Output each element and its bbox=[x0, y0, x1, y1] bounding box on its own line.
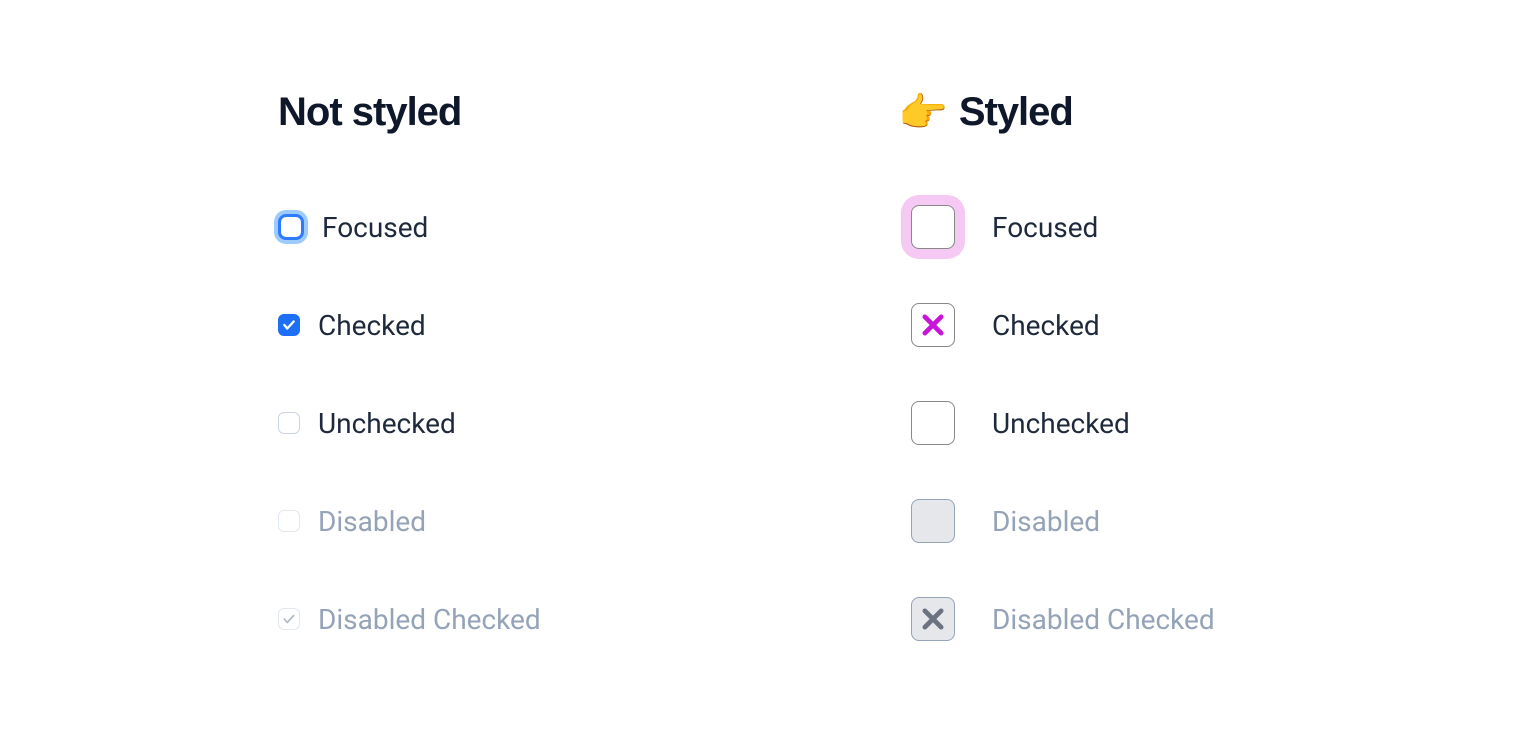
row-styled-checked: Checked bbox=[898, 303, 1518, 347]
label-focused[interactable]: Focused bbox=[322, 211, 428, 244]
row-styled-unchecked: Unchecked bbox=[898, 401, 1518, 445]
demo-container: Not styled Focused Checked Unchecked Dis… bbox=[0, 0, 1520, 695]
pointing-hand-icon: 👉 bbox=[898, 93, 947, 133]
styled-checkbox-disabled-checked bbox=[911, 597, 955, 641]
x-icon bbox=[919, 605, 947, 633]
label-styled-disabled-checked: Disabled Checked bbox=[992, 603, 1215, 636]
x-icon bbox=[919, 311, 947, 339]
row-disabled: Disabled bbox=[278, 499, 898, 543]
column-styled: 👉 Styled Focused Checked Unchecked bbox=[898, 90, 1518, 695]
heading-not-styled: Not styled bbox=[278, 90, 898, 135]
checkbox-disabled bbox=[278, 510, 300, 532]
column-not-styled: Not styled Focused Checked Unchecked Dis… bbox=[278, 90, 898, 695]
checkbox-focused[interactable] bbox=[278, 214, 304, 240]
styled-checkbox-focused[interactable] bbox=[911, 205, 955, 249]
label-checked[interactable]: Checked bbox=[318, 309, 426, 342]
checkbox-focus-wrap bbox=[898, 205, 968, 249]
label-unchecked[interactable]: Unchecked bbox=[318, 407, 456, 440]
checkmark-icon bbox=[282, 612, 296, 626]
styled-checkbox-disabled bbox=[911, 499, 955, 543]
row-focused: Focused bbox=[278, 205, 898, 249]
row-checked: Checked bbox=[278, 303, 898, 347]
label-disabled: Disabled bbox=[318, 505, 426, 538]
row-styled-focused: Focused bbox=[898, 205, 1518, 249]
label-disabled-checked: Disabled Checked bbox=[318, 603, 541, 636]
row-unchecked: Unchecked bbox=[278, 401, 898, 445]
styled-checkbox-checked[interactable] bbox=[911, 303, 955, 347]
checkmark-icon bbox=[282, 318, 296, 332]
heading-styled-text: Styled bbox=[959, 90, 1073, 135]
heading-styled: 👉 Styled bbox=[898, 90, 1518, 135]
checkbox-unchecked[interactable] bbox=[278, 412, 300, 434]
row-disabled-checked: Disabled Checked bbox=[278, 597, 898, 641]
label-styled-focused[interactable]: Focused bbox=[992, 211, 1098, 244]
checkbox-checked[interactable] bbox=[278, 314, 300, 336]
checkbox-disabled-checked bbox=[278, 608, 300, 630]
row-styled-disabled-checked: Disabled Checked bbox=[898, 597, 1518, 641]
label-styled-disabled: Disabled bbox=[992, 505, 1100, 538]
heading-not-styled-text: Not styled bbox=[278, 90, 461, 135]
label-styled-checked[interactable]: Checked bbox=[992, 309, 1100, 342]
styled-checkbox-unchecked[interactable] bbox=[911, 401, 955, 445]
row-styled-disabled: Disabled bbox=[898, 499, 1518, 543]
label-styled-unchecked[interactable]: Unchecked bbox=[992, 407, 1130, 440]
